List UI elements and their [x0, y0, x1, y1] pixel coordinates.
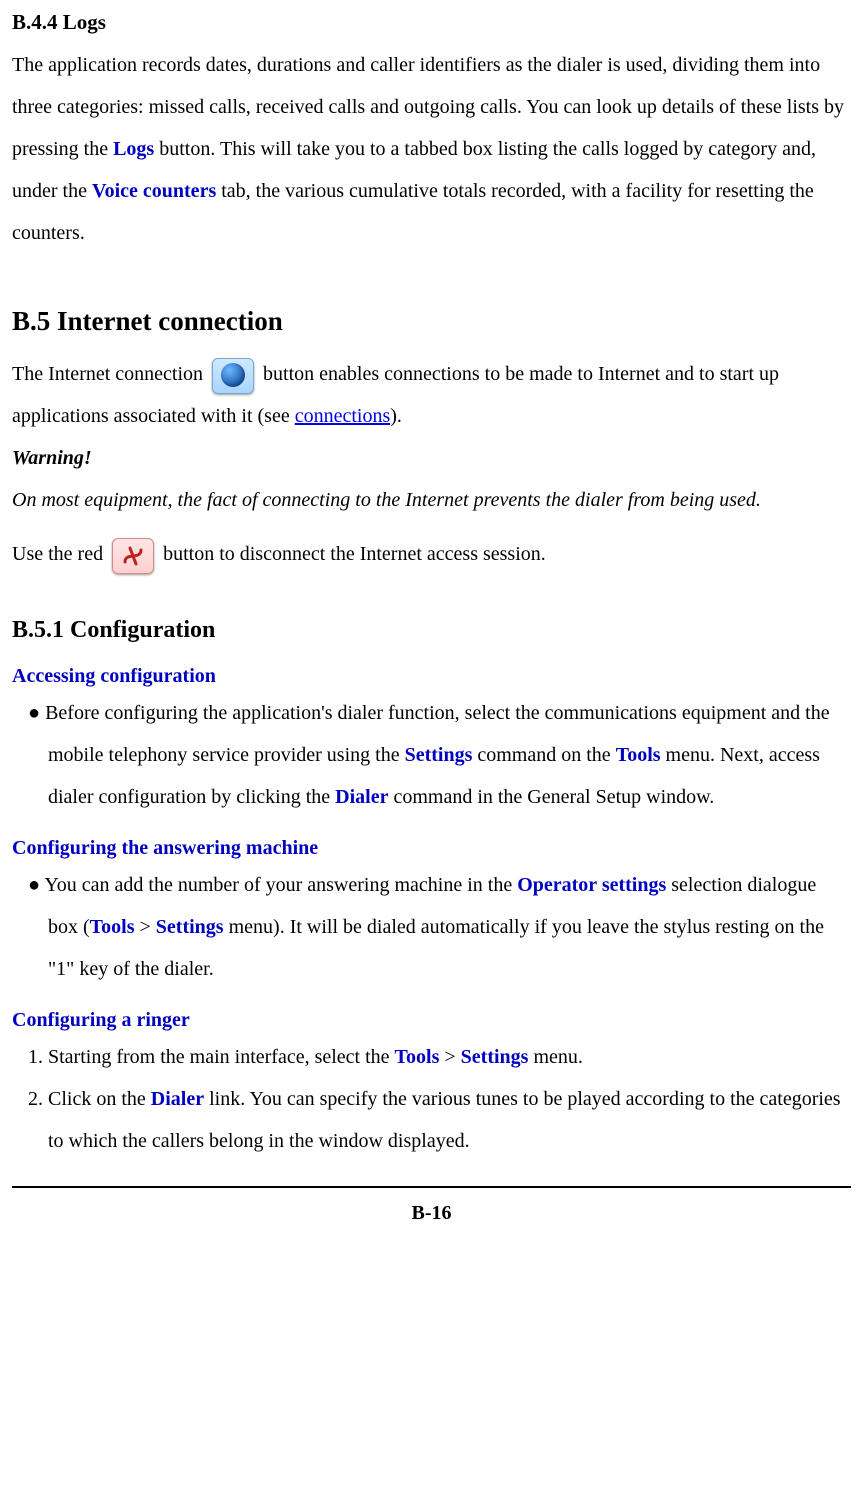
text: menu.: [528, 1046, 582, 1068]
page-number: B-16: [12, 1192, 851, 1244]
listitem-ringer-1: 1. Starting from the main interface, sel…: [12, 1036, 851, 1078]
footer-rule: [12, 1186, 851, 1188]
bullet-answering: You can add the number of your answering…: [12, 864, 851, 990]
internet-connection-icon: [212, 358, 254, 394]
dialer-command-label: Dialer: [335, 786, 388, 808]
logs-button-label: Logs: [113, 138, 154, 160]
listitem-ringer-2: 2. Click on the Dialer link. You can spe…: [12, 1078, 851, 1162]
disconnect-icon: [112, 538, 154, 574]
document-page: B.4.4 Logs The application records dates…: [0, 0, 863, 1244]
heading-internet: B.5 Internet connection: [12, 304, 851, 339]
text: 2. Click on the: [28, 1088, 151, 1110]
tools-menu-label: Tools: [90, 916, 135, 938]
paragraph-internet-1: The Internet connection button enables c…: [12, 353, 851, 437]
subhead-answering: Configuring the answering machine: [12, 832, 851, 864]
tools-menu-label: Tools: [395, 1046, 440, 1068]
dialer-link-label: Dialer: [151, 1088, 204, 1110]
connections-link[interactable]: connections: [295, 405, 391, 427]
warning-label: Warning!: [12, 437, 851, 479]
paragraph-logs: The application records dates, durations…: [12, 44, 851, 254]
text: ).: [390, 405, 402, 427]
settings-menu-label: Settings: [461, 1046, 529, 1068]
operator-settings-label: Operator settings: [517, 874, 666, 896]
text: 1. Starting from the main interface, sel…: [28, 1046, 395, 1068]
voice-counters-tab-label: Voice counters: [92, 180, 216, 202]
subhead-ringer: Configuring a ringer: [12, 1004, 851, 1036]
tools-menu-label: Tools: [616, 744, 661, 766]
settings-command-label: Settings: [405, 744, 473, 766]
text: You can add the number of your answering…: [44, 874, 517, 896]
text: The Internet connection: [12, 363, 208, 385]
settings-menu-label: Settings: [156, 916, 224, 938]
text: command on the: [472, 744, 615, 766]
heading-configuration: B.5.1 Configuration: [12, 615, 851, 646]
text: command in the General Setup window.: [388, 786, 714, 808]
paragraph-internet-2: Use the red button to disconnect the Int…: [12, 533, 851, 575]
warning-text: On most equipment, the fact of connectin…: [12, 479, 851, 521]
subhead-accessing: Accessing configuration: [12, 660, 851, 692]
heading-logs: B.4.4 Logs: [12, 0, 851, 44]
bullet-accessing: Before configuring the application's dia…: [12, 692, 851, 818]
text: >: [439, 1046, 460, 1068]
text: Use the red: [12, 543, 108, 565]
text: button to disconnect the Internet access…: [163, 543, 546, 565]
text: >: [135, 916, 156, 938]
